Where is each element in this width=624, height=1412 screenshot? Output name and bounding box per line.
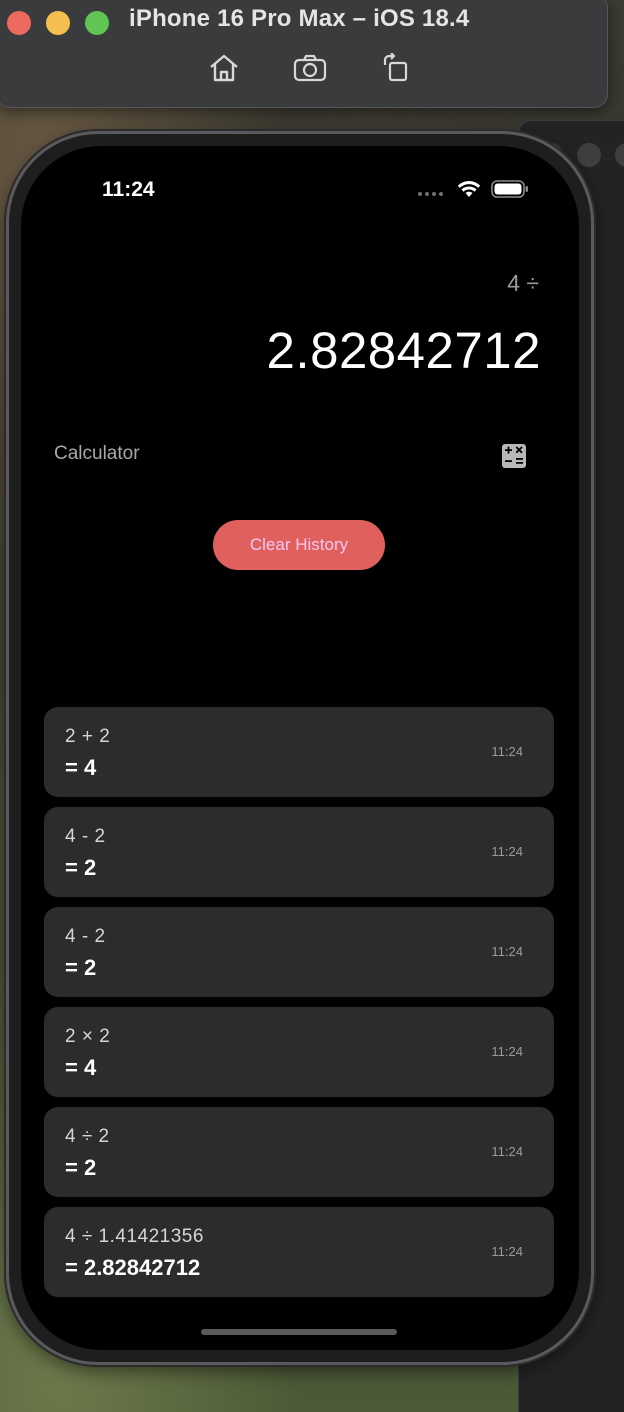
- zoom-window-button[interactable]: [85, 11, 109, 35]
- history-item[interactable]: 4 ÷ 2 = 2 11:24: [44, 1107, 554, 1197]
- phone-screen: 11:24 4 ÷ 2.82842712 Calculator Clear Hi…: [21, 146, 579, 1350]
- window-dot: [577, 143, 601, 167]
- close-window-button[interactable]: [7, 11, 31, 35]
- history-result: = 2.82842712: [65, 1255, 201, 1280]
- rotate-button[interactable]: [379, 53, 413, 83]
- home-button[interactable]: [207, 53, 241, 83]
- status-icons: [418, 180, 529, 198]
- history-item[interactable]: 4 - 2 = 2 11:24: [44, 907, 554, 997]
- clear-history-button[interactable]: Clear History: [213, 520, 385, 570]
- history-result: = 4: [65, 755, 97, 780]
- screenshot-button[interactable]: [293, 53, 327, 83]
- calculator-icon[interactable]: [502, 444, 526, 468]
- rotate-icon: [383, 53, 408, 82]
- simulator-title-bar: iPhone 16 Pro Max – iOS 18.4: [0, 0, 608, 108]
- current-result: 2.82842712: [266, 322, 541, 379]
- history-time: 11:24: [491, 744, 523, 759]
- history-result: = 2: [65, 1155, 97, 1180]
- history-expression: 4 - 2: [65, 926, 106, 947]
- history-result: = 2: [65, 855, 97, 880]
- history-item[interactable]: 2 + 2 = 4 11:24: [44, 707, 554, 797]
- window-dot: [615, 143, 624, 167]
- history-time: 11:24: [491, 844, 523, 859]
- history-time: 11:24: [491, 1144, 523, 1159]
- history-expression: 4 ÷ 1.41421356: [65, 1226, 204, 1247]
- iphone-device-frame: 11:24 4 ÷ 2.82842712 Calculator Clear Hi…: [6, 131, 594, 1365]
- home-indicator[interactable]: [201, 1329, 397, 1335]
- history-expression: 4 - 2: [65, 826, 106, 847]
- screenshot-icon: [293, 54, 327, 82]
- history-item[interactable]: 2 × 2 = 4 11:24: [44, 1007, 554, 1097]
- history-time: 11:24: [491, 944, 523, 959]
- history-result: = 4: [65, 1055, 97, 1080]
- history-time: 11:24: [491, 1244, 523, 1259]
- history-expression: 2 × 2: [65, 1026, 111, 1047]
- signal-icon: [418, 182, 443, 196]
- history-expression: 4 ÷ 2: [65, 1126, 110, 1147]
- history-item[interactable]: 4 - 2 = 2 11:24: [44, 807, 554, 897]
- history-time: 11:24: [491, 1044, 523, 1059]
- simulator-title: iPhone 16 Pro Max – iOS 18.4: [129, 5, 470, 32]
- home-icon: [210, 54, 238, 82]
- status-time: 11:24: [102, 178, 155, 201]
- app-label: Calculator: [54, 443, 140, 464]
- minimize-window-button[interactable]: [46, 11, 70, 35]
- battery-icon: [491, 180, 528, 198]
- history-expression: 2 + 2: [65, 726, 111, 747]
- wifi-icon: [457, 181, 481, 197]
- simulator-toolbar: [207, 53, 413, 83]
- current-expression: 4 ÷: [507, 270, 539, 296]
- history-list: 2 + 2 = 4 11:24 4 - 2 = 2 11:24 4 - 2 = 2 11:24 2…: [44, 707, 554, 1307]
- history-item[interactable]: 4 ÷ 1.41421356 = 2.82842712 11:24: [44, 1207, 554, 1297]
- history-result: = 2: [65, 955, 97, 980]
